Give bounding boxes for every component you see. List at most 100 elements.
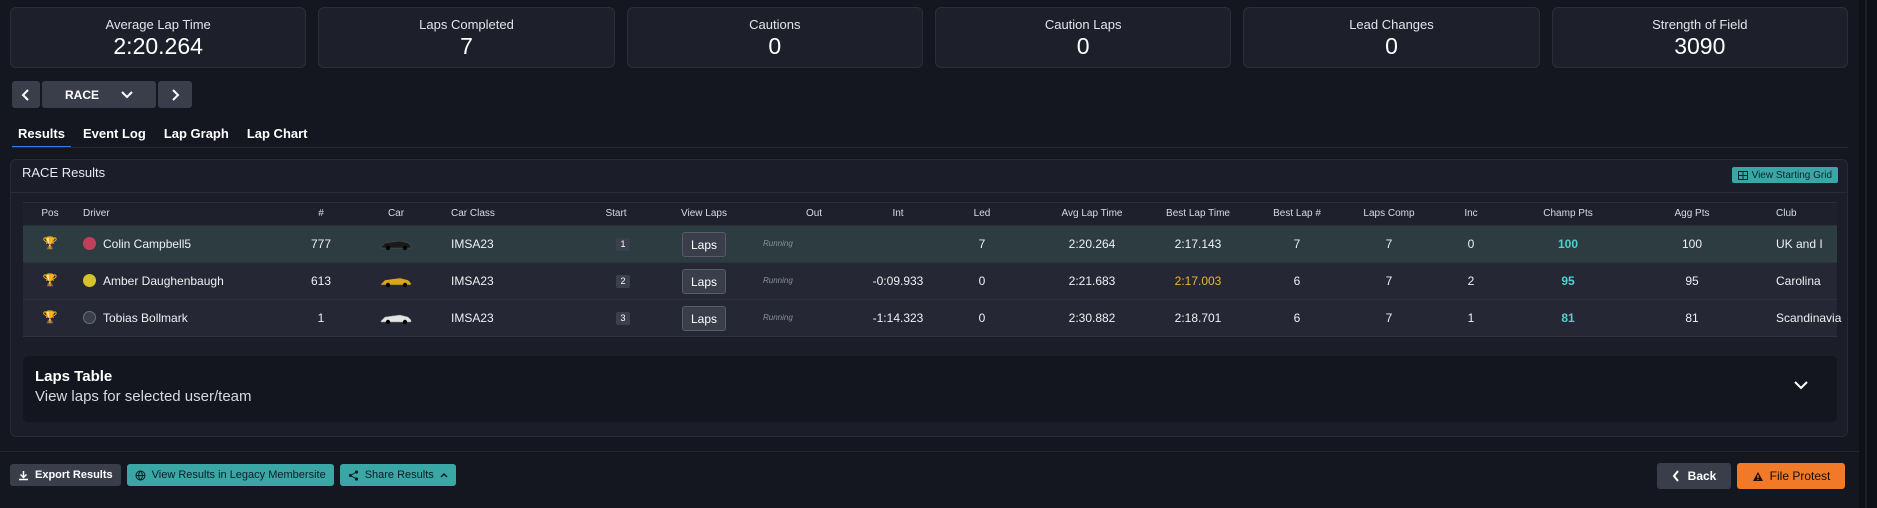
grid-icon	[1737, 170, 1748, 180]
tab-results[interactable]: Results	[12, 124, 71, 148]
file-protest-button[interactable]: File Protest	[1737, 463, 1845, 489]
column-header-start: Start	[605, 208, 627, 219]
share-icon	[348, 469, 358, 481]
avg-lap-time: 2:20.264	[1068, 237, 1116, 251]
chevron-up-icon	[440, 472, 448, 478]
column-header-agg-pts: Agg Pts	[1674, 208, 1710, 219]
tab-lap-chart[interactable]: Lap Chart	[241, 124, 314, 148]
driver-name[interactable]: Amber Daughenbaugh	[103, 274, 224, 288]
view-starting-grid-button[interactable]: View Starting Grid	[1731, 167, 1838, 183]
car-class: IMSA23	[451, 274, 494, 288]
tab-lap-graph[interactable]: Lap Graph	[158, 124, 235, 148]
laps-table-accordion[interactable]: Laps Table View laps for selected user/t…	[23, 356, 1837, 422]
download-icon	[19, 470, 28, 480]
stat-label: Average Lap Time	[105, 16, 211, 32]
car-number: 613	[310, 274, 332, 288]
best-lap-time: 2:17.143	[1174, 237, 1222, 251]
results-table: Pos Driver # Car Car Class Start View La…	[23, 202, 1841, 337]
laps-table-title: Laps Table	[35, 368, 113, 385]
footer-divider	[0, 451, 1859, 452]
file-protest-label: File Protest	[1769, 469, 1831, 483]
agg-points: 81	[1685, 311, 1699, 325]
interval: -1:14.323	[872, 311, 924, 325]
previous-session-button[interactable]	[12, 81, 40, 108]
chevron-down-icon[interactable]	[1793, 380, 1809, 390]
session-navigator: RACE	[12, 81, 192, 108]
laps-completed: 7	[1385, 311, 1393, 325]
globe-icon	[135, 470, 146, 481]
table-row[interactable]: 🏆 Tobias Bollmark 1 IMSA23 3 Laps Runnin…	[23, 300, 1841, 337]
car-number: 777	[310, 237, 332, 251]
table-row[interactable]: 🏆 Amber Daughenbaugh 613 IMSA23 2 Laps R…	[23, 263, 1837, 300]
best-lap-number: 7	[1293, 237, 1301, 251]
chevron-left-icon	[21, 88, 29, 101]
stat-label: Lead Changes	[1349, 16, 1434, 32]
incidents: 0	[1467, 237, 1475, 251]
stat-value: 3090	[1674, 32, 1726, 59]
avg-lap-time: 2:21.683	[1068, 274, 1116, 288]
stat-value: 0	[768, 32, 782, 59]
stat-value: 7	[460, 32, 473, 59]
panel-title: RACE Results	[22, 165, 106, 180]
tab-event-log[interactable]: Event Log	[77, 124, 152, 148]
stat-card-caution-laps: Caution Laps 0	[934, 7, 1232, 68]
table-row[interactable]: 🏆 Colin Campbell5 777 IMSA23 1 Laps Runn…	[23, 226, 1837, 263]
driver-name[interactable]: Tobias Bollmark	[103, 311, 188, 325]
footer-actions-left: Export Results View Results in Legacy Me…	[10, 464, 456, 486]
view-legacy-results-label: View Results in Legacy Membersite	[151, 469, 326, 481]
stat-card-strength-of-field: Strength of Field 3090	[1551, 7, 1848, 68]
export-results-button[interactable]: Export Results	[10, 464, 121, 486]
column-header-driver: Driver	[83, 208, 110, 219]
champ-points: 100	[1557, 237, 1579, 251]
view-laps-button[interactable]: Laps	[682, 232, 726, 257]
share-results-label: Share Results	[364, 469, 434, 481]
share-results-button[interactable]: Share Results	[339, 464, 456, 486]
column-header-club: Club	[1776, 208, 1797, 219]
champ-points: 81	[1561, 311, 1575, 325]
column-header-out: Out	[805, 208, 823, 219]
session-select[interactable]: RACE	[42, 81, 156, 108]
view-laps-button[interactable]: Laps	[682, 306, 726, 331]
stat-value: 2:20.264	[113, 32, 203, 59]
laps-led: 7	[978, 237, 986, 251]
laps-led: 0	[978, 311, 986, 325]
helmet-icon	[83, 274, 96, 287]
trophy-icon: 🏆	[42, 273, 58, 287]
view-legacy-results-button[interactable]: View Results in Legacy Membersite	[126, 464, 334, 486]
incidents: 2	[1467, 274, 1475, 288]
back-button[interactable]: Back	[1657, 463, 1731, 489]
column-header-number: #	[318, 208, 324, 219]
out-status: Running	[763, 313, 793, 322]
car-icon	[380, 240, 412, 251]
column-header-led: Led	[973, 208, 991, 219]
column-header-best-lap-time: Best Lap Time	[1166, 208, 1230, 219]
agg-points: 100	[1681, 237, 1703, 251]
session-select-value: RACE	[64, 87, 99, 102]
column-header-champ-pts: Champ Pts	[1543, 208, 1593, 219]
column-header-avg-lap-time: Avg Lap Time	[1061, 208, 1123, 219]
column-header-car-class: Car Class	[451, 208, 495, 219]
car-icon	[380, 314, 412, 325]
column-header-view-laps: View Laps	[681, 208, 727, 219]
column-header-car: Car	[387, 208, 405, 219]
tabs-divider	[12, 147, 1848, 148]
footer-actions-right: Back File Protest	[1657, 463, 1845, 489]
column-header-best-lap-number: Best Lap #	[1273, 208, 1321, 219]
laps-led: 0	[978, 274, 986, 288]
next-session-button[interactable]	[158, 81, 192, 108]
car-class: IMSA23	[451, 311, 494, 325]
column-header-int: Int	[892, 208, 904, 219]
column-header-pos: Pos	[41, 208, 59, 219]
champ-points: 95	[1561, 274, 1575, 288]
laps-completed: 7	[1385, 237, 1393, 251]
stats-bar: Average Lap Time 2:20.264 Laps Completed…	[10, 7, 1848, 68]
scrollbar-rail	[1865, 0, 1867, 508]
helmet-icon	[83, 311, 96, 324]
table-header: Pos Driver # Car Car Class Start View La…	[23, 202, 1837, 226]
view-laps-button[interactable]: Laps	[682, 269, 726, 294]
best-lap-number: 6	[1293, 311, 1301, 325]
driver-name[interactable]: Colin Campbell5	[103, 237, 191, 251]
page-scrollbar[interactable]	[1859, 0, 1877, 508]
stat-label: Caution Laps	[1044, 16, 1122, 32]
laps-table-subtitle: View laps for selected user/team	[35, 388, 252, 405]
